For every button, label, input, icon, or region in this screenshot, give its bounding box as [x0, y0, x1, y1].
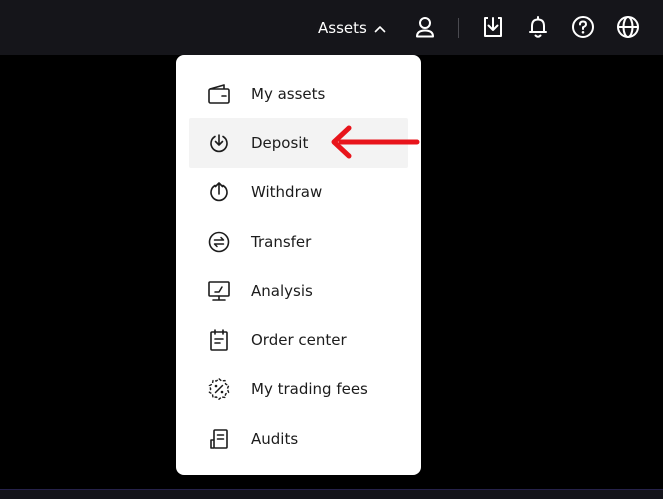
menu-item-label: Transfer: [251, 232, 312, 251]
withdraw-icon: [207, 180, 231, 204]
deposit-icon: [207, 131, 231, 155]
help-icon[interactable]: [570, 14, 596, 40]
menu-item-label: Analysis: [251, 281, 313, 300]
top-navigation-bar: Assets: [0, 0, 663, 55]
menu-item-label: Audits: [251, 429, 299, 448]
menu-item-label: My assets: [251, 84, 326, 103]
menu-item-my-assets[interactable]: My assets: [176, 69, 421, 118]
menu-item-order-center[interactable]: Order center: [176, 315, 421, 364]
globe-icon[interactable]: [615, 14, 641, 40]
topbar-divider: [458, 18, 459, 38]
user-icon[interactable]: [412, 14, 438, 40]
order-center-icon: [207, 328, 231, 352]
red-arrow-annotation: [331, 125, 420, 159]
menu-item-withdraw[interactable]: Withdraw: [176, 168, 421, 217]
menu-item-audits[interactable]: Audits: [176, 414, 421, 463]
assets-label: Assets: [318, 19, 367, 37]
assets-dropdown-menu: My assets Deposit Withdraw Transfer Anal…: [176, 55, 421, 475]
download-app-icon[interactable]: [480, 14, 506, 40]
menu-item-my-trading-fees[interactable]: My trading fees: [176, 365, 421, 414]
assets-menu-trigger[interactable]: Assets: [318, 16, 386, 40]
chevron-up-icon: [374, 19, 386, 37]
audits-icon: [207, 427, 231, 451]
analysis-icon: [207, 279, 231, 303]
menu-item-analysis[interactable]: Analysis: [176, 266, 421, 315]
menu-item-label: Order center: [251, 331, 347, 350]
trading-fees-icon: [207, 377, 231, 401]
menu-item-transfer[interactable]: Transfer: [176, 217, 421, 266]
menu-item-label: Withdraw: [251, 183, 323, 202]
transfer-icon: [207, 230, 231, 254]
wallet-icon: [207, 82, 231, 106]
menu-item-label: Deposit: [251, 133, 309, 152]
bell-icon[interactable]: [525, 14, 551, 40]
page-bottom-edge: [0, 489, 663, 499]
menu-item-label: My trading fees: [251, 380, 368, 399]
